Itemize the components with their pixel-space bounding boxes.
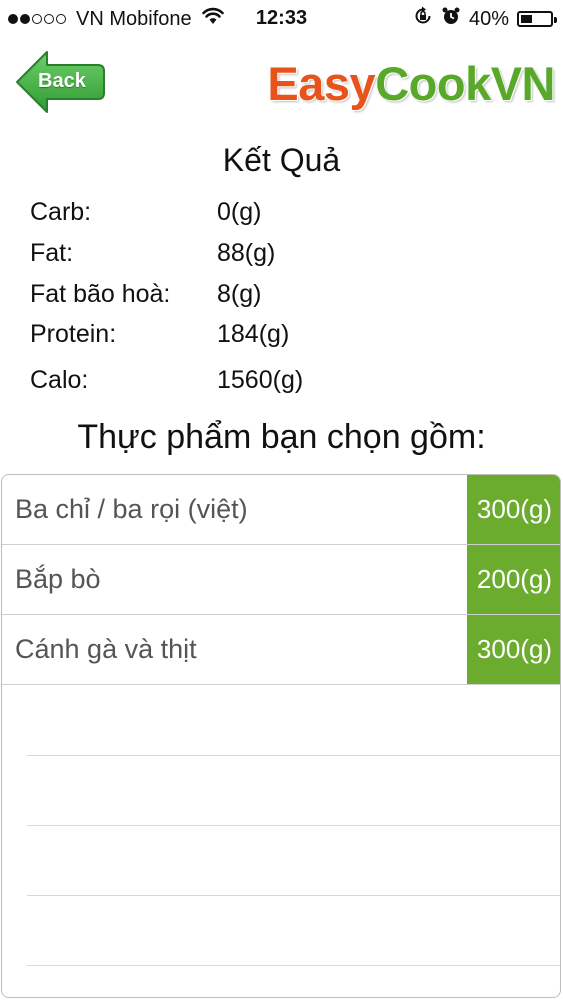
table-row[interactable]: Bắp bò 200(g) bbox=[2, 545, 560, 615]
selected-foods-table[interactable]: Ba chỉ / ba rọi (việt) 300(g) Bắp bò 200… bbox=[1, 474, 561, 998]
battery-fill bbox=[521, 15, 532, 23]
food-name: Bắp bò bbox=[15, 564, 101, 594]
nutrient-label: Fat bão hoà: bbox=[30, 280, 171, 308]
logo-cookvn: CookVN bbox=[375, 57, 555, 110]
nutrient-label: Calo: bbox=[30, 366, 89, 394]
food-quantity: 200(g) bbox=[467, 545, 560, 614]
alarm-clock-icon bbox=[441, 6, 461, 32]
nutrient-value: 8(g) bbox=[217, 280, 262, 308]
selected-foods-heading: Thực phẩm bạn chọn gồm: bbox=[77, 418, 486, 456]
nutrient-value: 88(g) bbox=[217, 239, 276, 267]
app-logo: EasyCookVN bbox=[267, 58, 555, 110]
nutrient-label: Fat: bbox=[30, 239, 74, 267]
battery-percent: 40% bbox=[468, 7, 509, 30]
food-quantity: 300(g) bbox=[467, 475, 560, 544]
status-right: 40% bbox=[405, 6, 557, 32]
empty-row-divider bbox=[27, 895, 560, 896]
status-bar: VN Mobifone 12:33 40% bbox=[0, 0, 563, 38]
back-button[interactable]: Back bbox=[14, 48, 106, 116]
empty-row-divider bbox=[27, 755, 560, 756]
battery-icon bbox=[517, 11, 557, 27]
food-quantity: 300(g) bbox=[467, 615, 560, 684]
rotation-lock-icon bbox=[413, 6, 433, 32]
nutrient-value: 0(g) bbox=[217, 198, 262, 226]
empty-row-divider bbox=[27, 825, 560, 826]
food-name: Cánh gà và thịt bbox=[15, 634, 197, 664]
food-name: Ba chỉ / ba rọi (việt) bbox=[15, 494, 248, 524]
nutrient-value: 1560(g) bbox=[217, 366, 304, 394]
nutrient-value: 184(g) bbox=[217, 320, 290, 348]
back-label: Back bbox=[38, 70, 86, 92]
table-row[interactable]: Cánh gà và thịt 300(g) bbox=[2, 615, 560, 685]
nutrient-label: Protein: bbox=[30, 320, 117, 348]
logo-easy: Easy bbox=[267, 57, 376, 110]
result-title: Kết Quả bbox=[222, 142, 341, 178]
nutrient-label: Carb: bbox=[30, 198, 92, 226]
empty-row-divider bbox=[27, 965, 560, 966]
table-row[interactable]: Ba chỉ / ba rọi (việt) 300(g) bbox=[2, 475, 560, 545]
